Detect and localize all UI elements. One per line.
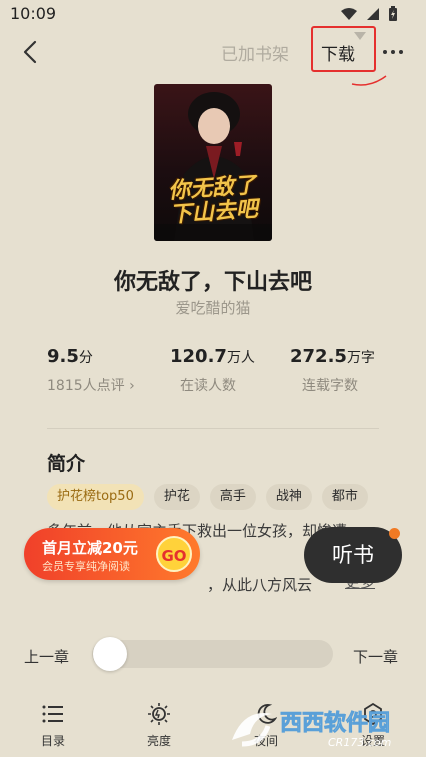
next-chapter-button[interactable]: 下一章 (353, 646, 398, 667)
nav-label: 亮度 (146, 734, 171, 748)
prev-chapter-button[interactable]: 上一章 (24, 646, 69, 667)
promo-go-button[interactable]: GO (156, 536, 192, 572)
brightness-icon (148, 703, 170, 725)
annotation-arc (351, 75, 387, 86)
download-button[interactable]: 下载 (311, 26, 376, 72)
signal-icon (367, 8, 379, 20)
status-icons (340, 6, 398, 22)
wifi-icon (341, 8, 357, 20)
watermark-sub: CR173.com (328, 736, 391, 749)
download-label: 下载 (321, 45, 355, 65)
readers-value: 120.7 (170, 346, 227, 367)
tag-item[interactable]: 护花 (153, 484, 200, 510)
wordcount-value: 272.5 (290, 346, 347, 367)
chapter-progress-track[interactable] (92, 640, 333, 668)
wordcount-stat: 272.5万字 连载字数 (290, 346, 375, 395)
tag-list: 护花榜top50 护花 高手 战神 都市 (47, 484, 368, 510)
tag-item[interactable]: 战神 (265, 484, 312, 510)
promo-subtitle: 会员专享纯净阅读 (42, 560, 130, 573)
wordcount-label: 连载字数 (302, 378, 358, 394)
nav-label: 目录 (40, 734, 65, 748)
rating-unit: 分 (78, 350, 93, 366)
status-time: 10:09 (10, 4, 57, 23)
readers-stat: 120.7万人 在读人数 (170, 346, 255, 395)
added-to-shelf-label: 已加书架 (221, 45, 289, 65)
intro-heading: 简介 (47, 453, 86, 475)
vip-promo-banner[interactable]: 首月立减20元 会员专享纯净阅读 GO (24, 528, 200, 580)
more-icon[interactable] (378, 40, 408, 64)
rating-value: 9.5 (47, 346, 79, 367)
cover-title: 你无敌了 下山去吧 (158, 172, 267, 228)
readers-unit: 万人 (226, 350, 255, 366)
watermark-logo: 西西软件园 CR173.com (228, 700, 424, 750)
top-bar: 已加书架 下载 (0, 26, 426, 86)
battery-icon (389, 6, 397, 21)
listen-button[interactable]: 听书 (304, 527, 402, 583)
listen-label: 听书 (332, 543, 374, 567)
chapter-progress-thumb[interactable] (93, 637, 127, 671)
tag-item[interactable]: 都市 (321, 484, 368, 510)
nav-brightness[interactable]: 亮度 (129, 700, 189, 749)
watermark-graphic: 西西软件园 CR173.com (232, 710, 391, 749)
watermark-text: 西西软件园 (280, 710, 390, 736)
notification-dot (389, 528, 400, 539)
nav-catalog[interactable]: 目录 (23, 700, 83, 749)
back-arrow-icon[interactable] (16, 36, 48, 68)
dropdown-triangle-icon (354, 32, 366, 40)
wordcount-unit: 万字 (346, 350, 375, 366)
promo-title: 首月立减20元 (42, 539, 138, 557)
book-title: 你无敌了，下山去吧 (113, 270, 312, 295)
list-icon (42, 705, 63, 723)
book-author[interactable]: 爱吃醋的猫 (0, 297, 426, 318)
tag-item[interactable]: 高手 (209, 484, 256, 510)
divider (47, 428, 379, 429)
readers-label: 在读人数 (180, 378, 236, 394)
rating-count: 1815人点评 › (47, 378, 135, 394)
rating-stat[interactable]: 9.5分 1815人点评 › (47, 346, 135, 395)
book-cover[interactable]: 你无敌了 下山去吧 (154, 84, 272, 241)
tag-rank[interactable]: 护花榜top50 (47, 484, 144, 510)
